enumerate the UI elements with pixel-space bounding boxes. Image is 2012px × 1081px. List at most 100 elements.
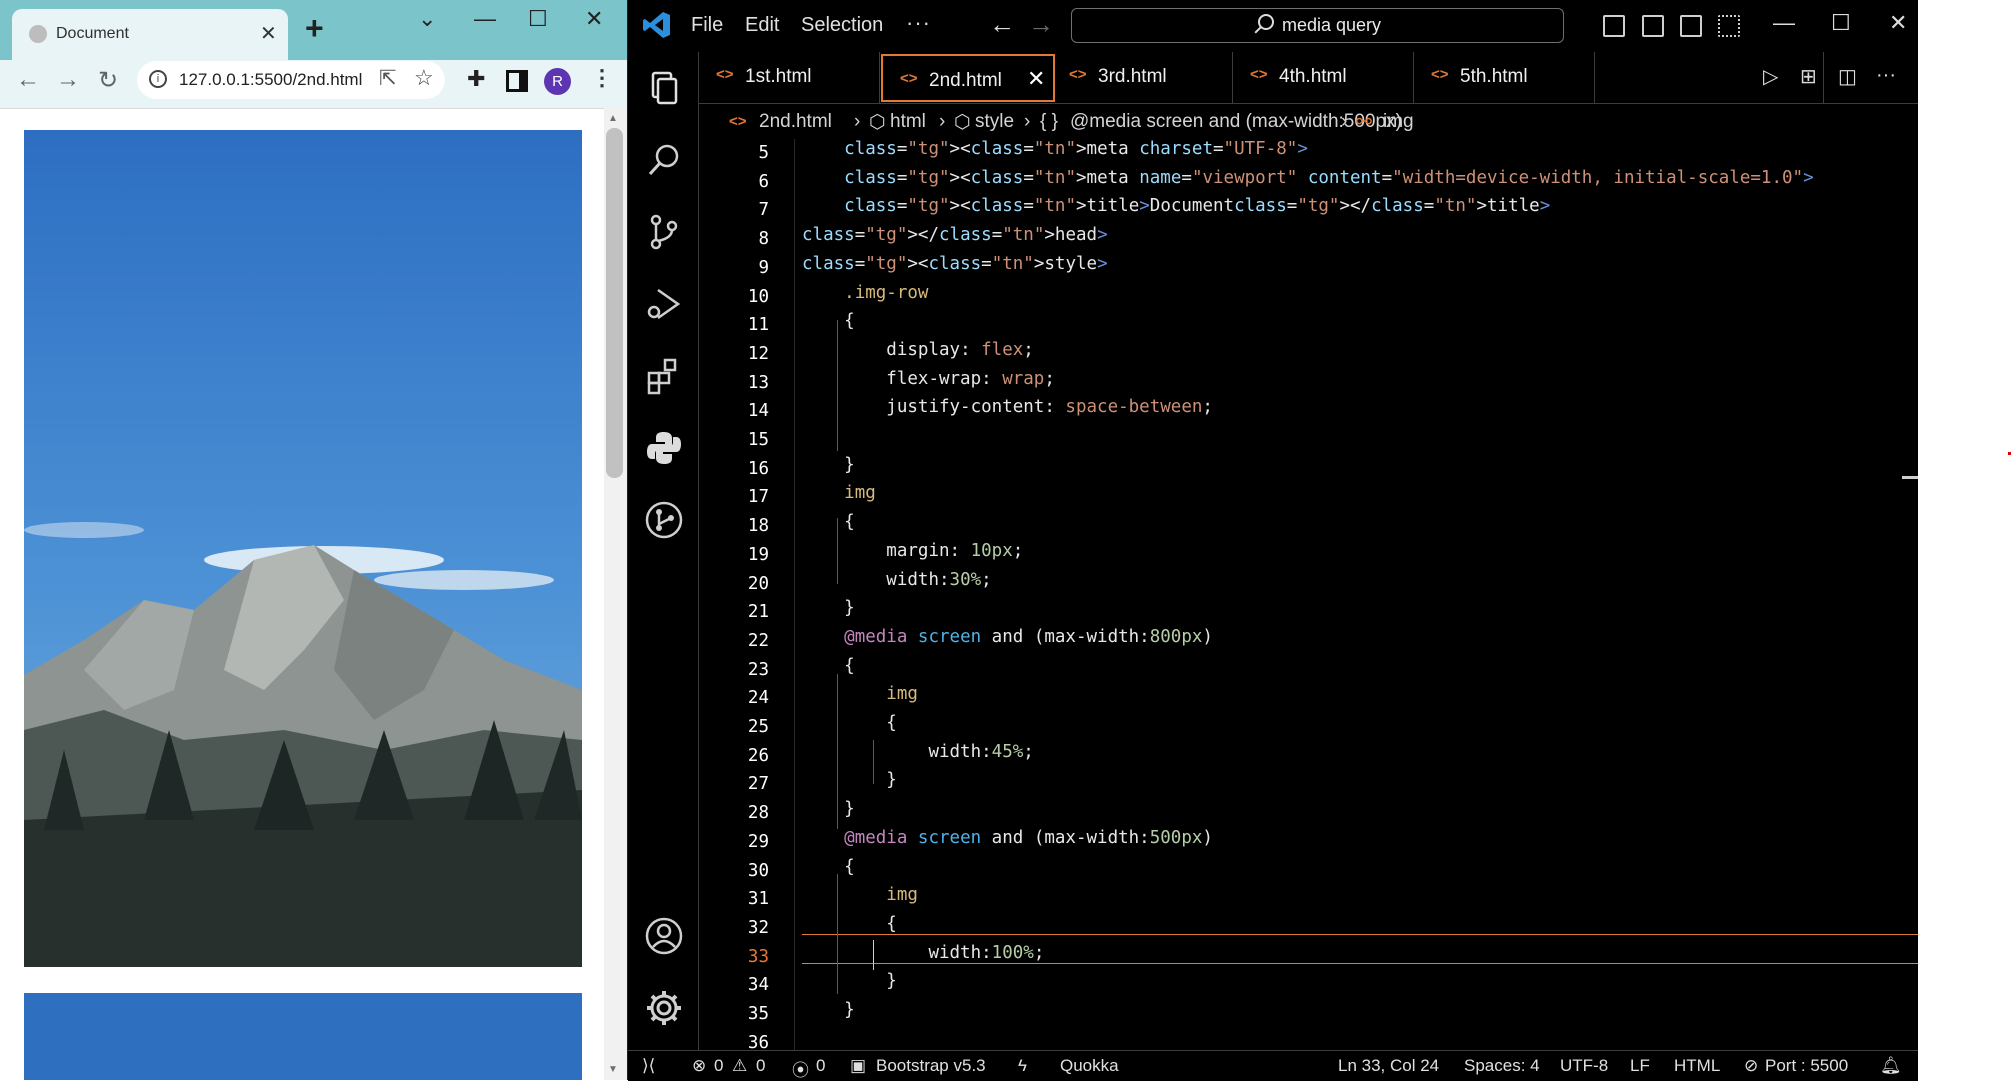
nav-back-icon[interactable]: ←: [989, 9, 1015, 40]
code-line[interactable]: margin: 10px;: [802, 541, 1023, 569]
scroll-down-arrow-icon[interactable]: ▼: [608, 1064, 618, 1075]
scrollbar-thumb[interactable]: [606, 128, 623, 478]
lightning-icon[interactable]: ϟ: [1018, 1056, 1027, 1076]
code-line[interactable]: class="tg"><class="tn">meta charset="UTF…: [802, 139, 1308, 167]
live-server-port[interactable]: Port : 5500: [1765, 1056, 1848, 1076]
extensions-puzzle-icon[interactable]: ✚: [467, 66, 485, 92]
tab-1st-html[interactable]: <> 1st.html: [699, 52, 880, 103]
close-window-icon[interactable]: ✕: [585, 6, 603, 32]
code-line[interactable]: {: [802, 914, 897, 942]
error-count[interactable]: 0: [714, 1056, 723, 1076]
code-line[interactable]: class="tg"><class="tn">title>Documentcla…: [802, 196, 1550, 224]
explorer-icon[interactable]: [644, 68, 684, 108]
ports-count[interactable]: 0: [816, 1056, 825, 1076]
search-view-icon[interactable]: [644, 140, 684, 180]
minimize-icon[interactable]: —: [1773, 10, 1795, 36]
code-line[interactable]: }: [802, 598, 855, 626]
language-mode[interactable]: HTML: [1674, 1056, 1720, 1076]
ports-antenna-icon[interactable]: ⦿: [792, 1056, 809, 1081]
code-line[interactable]: {: [802, 713, 897, 741]
code-line[interactable]: flex-wrap: wrap;: [802, 369, 1055, 397]
code-line[interactable]: {: [802, 656, 855, 684]
code-line[interactable]: img: [802, 483, 876, 511]
code-line[interactable]: class="tg"></class="tn">head>: [802, 225, 1108, 253]
code-line[interactable]: {: [802, 311, 855, 339]
menu-selection[interactable]: Selection: [801, 14, 883, 37]
customize-layout-icon[interactable]: [1718, 15, 1740, 37]
nav-forward-icon[interactable]: →: [1028, 9, 1054, 40]
toggle-secondary-sidebar-icon[interactable]: [1680, 15, 1702, 37]
close-window-icon[interactable]: ✕: [1889, 10, 1907, 36]
menu-file[interactable]: File: [691, 14, 723, 37]
open-preview-icon[interactable]: ⊞: [1800, 64, 1817, 89]
code-line[interactable]: }: [802, 455, 855, 483]
code-line[interactable]: {: [802, 857, 855, 885]
encoding-status[interactable]: UTF-8: [1560, 1056, 1608, 1076]
split-editor-icon[interactable]: ◫: [1838, 64, 1857, 89]
tab-search-icon[interactable]: ⌄: [418, 6, 436, 32]
minimize-icon[interactable]: —: [474, 6, 496, 32]
code-line[interactable]: class="tg"><class="tn">meta name="viewpo…: [802, 168, 1813, 196]
tab-4th-html[interactable]: <> 4th.html: [1233, 52, 1414, 103]
maximize-icon[interactable]: ☐: [1831, 10, 1851, 36]
extensions-icon[interactable]: [644, 356, 684, 396]
tab-5th-html[interactable]: <> 5th.html: [1414, 52, 1595, 103]
tab-2nd-html[interactable]: <> 2nd.html ✕: [881, 54, 1055, 102]
maximize-icon[interactable]: ☐: [528, 6, 548, 32]
site-info-icon[interactable]: i: [149, 70, 167, 88]
git-graph-icon[interactable]: [644, 500, 684, 540]
cursor-position[interactable]: Ln 33, Col 24: [1338, 1056, 1439, 1076]
code-editor[interactable]: class="tg"><class="tn">meta charset="UTF…: [802, 139, 1918, 1050]
toggle-primary-sidebar-icon[interactable]: [1603, 15, 1625, 37]
breadcrumb-style[interactable]: style: [975, 111, 1014, 133]
code-line[interactable]: {: [802, 512, 855, 540]
code-line[interactable]: }: [802, 971, 897, 999]
command-center-search[interactable]: media query: [1071, 8, 1564, 43]
code-line[interactable]: }: [802, 770, 897, 798]
code-line[interactable]: .img-row: [802, 283, 928, 311]
breadcrumb-img[interactable]: img: [1383, 111, 1414, 133]
toggle-panel-icon[interactable]: [1642, 15, 1664, 37]
close-tab-icon[interactable]: ✕: [260, 21, 277, 46]
reload-icon[interactable]: ↻: [98, 66, 118, 95]
menu-edit[interactable]: Edit: [745, 14, 779, 37]
bell-icon[interactable]: 🔔︎: [1880, 1056, 1902, 1076]
breadcrumb-media[interactable]: @media screen and (max-width:500px): [1070, 111, 1402, 133]
code-line[interactable]: width:100%;: [802, 943, 1044, 971]
error-icon[interactable]: ⊗: [692, 1056, 706, 1076]
avatar[interactable]: R: [544, 68, 571, 95]
code-line[interactable]: }: [802, 1000, 855, 1028]
code-line[interactable]: img: [802, 885, 918, 913]
back-icon[interactable]: ←: [16, 66, 40, 94]
run-file-icon[interactable]: ▷: [1763, 64, 1778, 89]
code-line[interactable]: img: [802, 684, 918, 712]
warning-count[interactable]: 0: [756, 1056, 765, 1076]
breadcrumb-html[interactable]: html: [890, 111, 926, 133]
code-line[interactable]: @media screen and (max-width:500px): [802, 828, 1213, 856]
warning-icon[interactable]: ⚠: [732, 1056, 747, 1076]
code-line[interactable]: width:30%;: [802, 570, 991, 598]
accounts-icon[interactable]: [644, 916, 684, 956]
browser-tab[interactable]: Document ✕: [12, 9, 288, 60]
scroll-position-marker[interactable]: [1902, 476, 1918, 479]
scroll-up-arrow-icon[interactable]: ▲: [608, 113, 618, 124]
tab-3rd-html[interactable]: <> 3rd.html: [1052, 52, 1233, 103]
python-icon[interactable]: [644, 428, 684, 468]
side-panel-icon[interactable]: [506, 70, 528, 92]
run-debug-icon[interactable]: [644, 284, 684, 324]
close-tab-icon[interactable]: ✕: [1027, 66, 1045, 92]
breadcrumb-file[interactable]: 2nd.html: [759, 111, 832, 133]
code-line[interactable]: justify-content: space-between;: [802, 397, 1213, 425]
bookmark-star-icon[interactable]: ☆: [414, 65, 434, 91]
remote-icon[interactable]: ⟩⟨: [642, 1056, 655, 1076]
code-line[interactable]: @media screen and (max-width:800px): [802, 627, 1213, 655]
indentation-status[interactable]: Spaces: 4: [1464, 1056, 1540, 1076]
settings-gear-icon[interactable]: [644, 988, 684, 1028]
bootstrap-status[interactable]: Bootstrap v5.3: [876, 1056, 986, 1076]
editor-more-actions-icon[interactable]: ···: [1876, 64, 1896, 87]
eol-status[interactable]: LF: [1630, 1056, 1650, 1076]
address-bar[interactable]: i 127.0.0.1:5500/2nd.html ⇱ ☆: [137, 61, 445, 99]
quokka-status[interactable]: Quokka: [1060, 1056, 1119, 1076]
share-icon[interactable]: ⇱: [379, 66, 397, 91]
more-menu-button[interactable]: ···: [906, 10, 931, 36]
